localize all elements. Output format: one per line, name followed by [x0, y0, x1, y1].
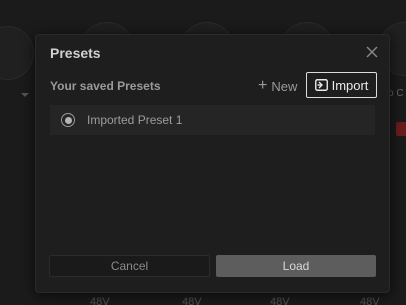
phantom-power-label: 48V — [90, 296, 110, 305]
dialog-title: Presets — [50, 45, 101, 61]
new-preset-label: New — [271, 78, 298, 94]
preset-list-item[interactable]: Imported Preset 1 — [50, 105, 375, 135]
preset-radio[interactable] — [61, 113, 75, 127]
preset-list: Imported Preset 1 — [50, 105, 375, 135]
cancel-button[interactable]: Cancel — [49, 255, 210, 277]
saved-presets-heading: Your saved Presets — [50, 79, 161, 93]
close-button[interactable] — [363, 43, 381, 61]
new-preset-button[interactable]: + New — [258, 75, 297, 97]
radio-selected-dot — [64, 116, 72, 124]
import-label: Import — [331, 77, 369, 93]
import-icon — [314, 79, 328, 91]
load-button[interactable]: Load — [216, 255, 376, 277]
presets-dialog: Presets Your saved Presets + New Import … — [35, 34, 390, 293]
phantom-power-label: 48V — [360, 296, 380, 305]
chevron-down-icon — [20, 86, 30, 97]
close-icon — [366, 46, 378, 58]
phantom-power-label: 48V — [182, 296, 202, 305]
background-label: o C — [388, 88, 404, 99]
import-preset-button[interactable]: Import — [306, 72, 377, 98]
phantom-power-label: 48V — [270, 296, 290, 305]
plus-icon: + — [258, 77, 268, 94]
background-indicator — [396, 122, 406, 136]
preset-name: Imported Preset 1 — [87, 113, 183, 127]
